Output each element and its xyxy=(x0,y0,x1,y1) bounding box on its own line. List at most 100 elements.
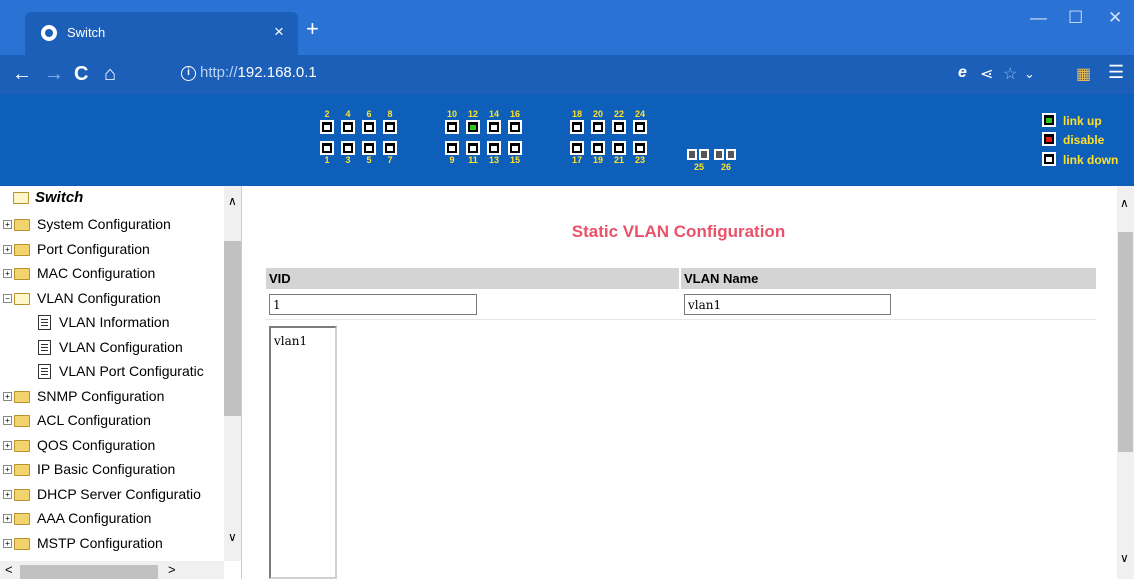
port-number-label: 17 xyxy=(571,155,582,165)
reload-button[interactable]: C xyxy=(74,62,88,86)
browser-tab[interactable]: Switch × xyxy=(25,12,298,55)
sfp-port-26a[interactable] xyxy=(714,149,724,160)
port-number-label: 5 xyxy=(366,155,372,165)
tree-item[interactable]: VLAN Information xyxy=(59,314,170,330)
minimize-button[interactable]: — xyxy=(1030,8,1047,28)
scroll-up-icon[interactable]: ∧ xyxy=(228,194,237,208)
tree-item[interactable]: Port Configuration xyxy=(37,241,150,257)
tree-item[interactable]: AAA Configuration xyxy=(37,510,151,526)
port-22[interactable]: 22 xyxy=(612,109,626,134)
tree-item[interactable]: ACL Configuration xyxy=(37,412,151,428)
expand-icon[interactable]: + xyxy=(3,220,12,229)
star-icon[interactable]: ☆ xyxy=(1003,64,1017,84)
legend-link-up-label: link up xyxy=(1063,114,1102,128)
tree-root-switch[interactable]: Switch xyxy=(35,189,83,206)
back-button[interactable]: ← xyxy=(12,62,32,86)
vlan-list-option[interactable]: vlan1 xyxy=(274,334,307,348)
folder-icon xyxy=(14,390,30,403)
port-5[interactable]: 5 xyxy=(362,141,376,165)
port-18[interactable]: 18 xyxy=(570,109,584,134)
port-14[interactable]: 14 xyxy=(487,109,501,134)
port-21[interactable]: 21 xyxy=(612,141,626,165)
info-icon[interactable]: i xyxy=(181,66,196,81)
port-8[interactable]: 8 xyxy=(383,109,397,134)
address-bar[interactable]: i http://192.168.0.1 xyxy=(160,60,1110,89)
collapse-icon[interactable]: − xyxy=(3,293,12,303)
main-scroll-thumb[interactable] xyxy=(1118,232,1133,452)
port-23[interactable]: 23 xyxy=(633,141,647,165)
new-tab-button[interactable]: + xyxy=(306,18,319,40)
port-4[interactable]: 4 xyxy=(341,109,355,134)
vid-field[interactable] xyxy=(269,294,477,315)
port-15[interactable]: 15 xyxy=(508,141,522,165)
port-number-label: 19 xyxy=(592,155,603,165)
vlan-list[interactable]: vlan1 xyxy=(269,326,337,579)
sidebar-scroll-thumb[interactable] xyxy=(224,241,241,416)
scroll-up-icon[interactable]: ∧ xyxy=(1120,196,1129,210)
folder-icon xyxy=(14,537,30,550)
port-3[interactable]: 3 xyxy=(341,141,355,165)
scroll-down-icon[interactable]: ∨ xyxy=(228,530,237,544)
expand-icon[interactable]: + xyxy=(3,269,12,278)
chevron-down-icon[interactable]: ⌄ xyxy=(1024,66,1035,82)
tree-item[interactable]: DHCP Server Configuratio xyxy=(37,486,201,502)
maximize-button[interactable]: ☐ xyxy=(1068,8,1083,28)
legend-link-down-label: link down xyxy=(1063,153,1119,167)
scroll-left-icon[interactable]: < xyxy=(5,562,13,577)
tree-item[interactable]: QOS Configuration xyxy=(37,437,155,453)
extensions-icon[interactable]: ▦ xyxy=(1076,64,1091,84)
port-6[interactable]: 6 xyxy=(362,109,376,134)
port-12[interactable]: 12 xyxy=(466,109,480,134)
ie-mode-icon[interactable]: e xyxy=(958,64,967,82)
port-16[interactable]: 16 xyxy=(508,109,522,134)
port-10[interactable]: 10 xyxy=(445,109,459,134)
port-11[interactable]: 11 xyxy=(466,141,480,165)
expand-icon[interactable]: + xyxy=(3,538,12,548)
port-19[interactable]: 19 xyxy=(591,141,605,165)
expand-icon[interactable]: + xyxy=(3,514,12,523)
forward-button[interactable]: → xyxy=(44,62,64,86)
port-7[interactable]: 7 xyxy=(383,141,397,165)
home-button[interactable]: ⌂ xyxy=(104,62,116,86)
port-number-label: 8 xyxy=(387,109,393,119)
expand-icon[interactable]: + xyxy=(3,391,12,401)
port-number-label: 11 xyxy=(468,155,478,165)
menu-icon[interactable]: ☰ xyxy=(1108,62,1124,83)
expand-icon[interactable]: + xyxy=(3,489,12,499)
tree-item[interactable]: IP Basic Configuration xyxy=(37,461,175,477)
expand-icon[interactable]: + xyxy=(3,465,12,474)
folder-icon xyxy=(14,219,30,231)
port-20[interactable]: 20 xyxy=(591,109,605,134)
sfp-port-25a[interactable] xyxy=(687,149,697,160)
legend-disable-label: disable xyxy=(1063,133,1105,147)
tree-item[interactable]: VLAN Configuration xyxy=(59,339,183,355)
port-number-label: 22 xyxy=(613,109,624,119)
port-9[interactable]: 9 xyxy=(445,141,459,165)
document-icon xyxy=(38,339,51,355)
port-13[interactable]: 13 xyxy=(487,141,501,165)
share-icon[interactable]: ⋖ xyxy=(980,64,993,84)
port-17[interactable]: 17 xyxy=(570,141,584,165)
port-24[interactable]: 24 xyxy=(633,109,647,134)
sfp-port-25b[interactable] xyxy=(699,149,709,160)
tree-item[interactable]: VLAN Port Configuratic xyxy=(59,363,204,379)
vlan-name-field[interactable] xyxy=(684,294,891,315)
tree-item[interactable]: VLAN Configuration xyxy=(37,290,161,306)
expand-icon[interactable]: + xyxy=(3,244,12,254)
tree-item[interactable]: MSTP Configuration xyxy=(37,535,163,551)
tree-item[interactable]: System Configuration xyxy=(37,216,171,232)
expand-icon[interactable]: + xyxy=(3,440,12,450)
scroll-right-icon[interactable]: > xyxy=(168,562,176,577)
port-2[interactable]: 2 xyxy=(320,109,334,134)
tab-close-button[interactable]: × xyxy=(274,22,284,42)
sfp-port-26b[interactable] xyxy=(726,149,736,160)
scroll-down-icon[interactable]: ∨ xyxy=(1120,551,1129,565)
vid-header: VID xyxy=(266,268,679,289)
tree-item[interactable]: SNMP Configuration xyxy=(37,388,164,404)
port-1[interactable]: 1 xyxy=(320,141,334,165)
main-content: Static VLAN Configuration VID VLAN Name … xyxy=(243,186,1134,579)
sidebar-hscroll-thumb[interactable] xyxy=(20,565,158,579)
tree-item[interactable]: MAC Configuration xyxy=(37,265,155,281)
close-window-button[interactable]: ✕ xyxy=(1108,8,1122,28)
expand-icon[interactable]: + xyxy=(3,416,12,425)
